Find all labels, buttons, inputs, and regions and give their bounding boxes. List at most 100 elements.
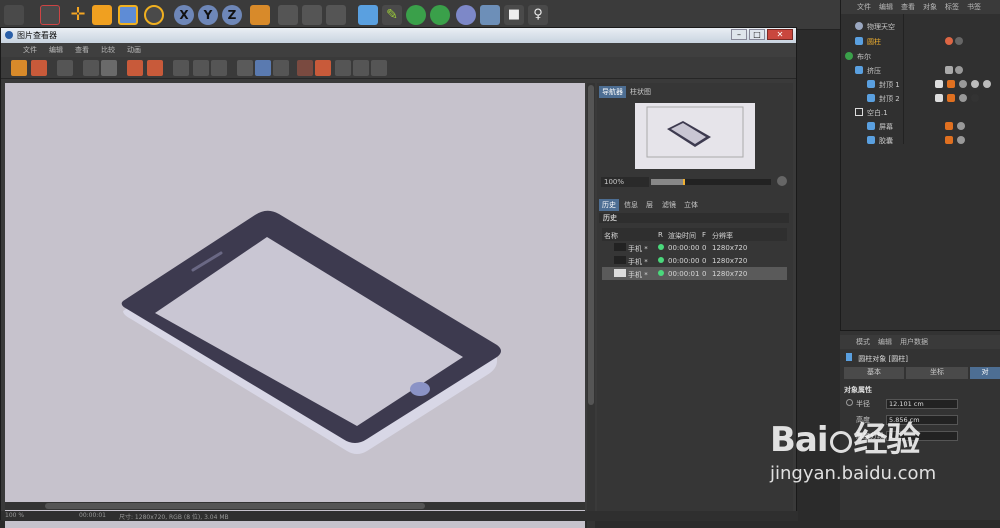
object-row-screen[interactable]: 屏幕 bbox=[841, 120, 1000, 133]
scale-tool-icon[interactable] bbox=[92, 5, 112, 25]
swap-icon[interactable] bbox=[335, 60, 351, 76]
render-settings-icon[interactable] bbox=[326, 5, 346, 25]
navigator-preview[interactable] bbox=[635, 103, 755, 169]
object-row-sky[interactable]: 物理天空 bbox=[841, 20, 1000, 33]
cube-icon[interactable] bbox=[358, 5, 378, 25]
object-row-extrude[interactable]: 挤压 bbox=[841, 64, 1000, 77]
material-sphere-icon[interactable] bbox=[971, 94, 979, 102]
undo-icon[interactable] bbox=[4, 5, 24, 25]
save-icon[interactable] bbox=[31, 60, 47, 76]
selection-tag-icon[interactable] bbox=[945, 136, 953, 144]
camera-icon[interactable]: ■ bbox=[504, 5, 524, 25]
tab-object[interactable]: 对 bbox=[970, 367, 1000, 379]
texture-tag-icon[interactable] bbox=[935, 80, 943, 88]
object-row-null[interactable]: 空白.1 bbox=[841, 106, 1000, 119]
om-menu-tags[interactable]: 标签 bbox=[945, 2, 959, 12]
deformer-icon[interactable] bbox=[456, 5, 476, 25]
open-icon[interactable] bbox=[11, 60, 27, 76]
z-axis-icon[interactable]: Z bbox=[222, 5, 242, 25]
zoom-options-button[interactable] bbox=[777, 176, 787, 186]
selection-tag-icon[interactable] bbox=[947, 80, 955, 88]
pen-icon[interactable]: ✎ bbox=[382, 5, 402, 25]
radio-icon[interactable] bbox=[846, 399, 853, 406]
object-row-cylinder[interactable]: 圆柱 bbox=[841, 35, 1000, 48]
snapshot-b-icon[interactable] bbox=[211, 60, 227, 76]
material-sphere-icon[interactable] bbox=[971, 80, 979, 88]
object-row-boole[interactable]: 布尔 bbox=[841, 50, 1000, 63]
subdivision-icon[interactable] bbox=[406, 5, 426, 25]
b-icon[interactable] bbox=[315, 60, 331, 76]
array-icon[interactable] bbox=[430, 5, 450, 25]
viewer-titlebar[interactable]: 图片查看器 – □ ✕ bbox=[1, 28, 796, 43]
tab-basic[interactable]: 基本 bbox=[844, 367, 904, 379]
material-sphere-icon[interactable] bbox=[957, 122, 965, 130]
vertical-scrollbar[interactable] bbox=[587, 83, 595, 528]
y-axis-icon[interactable]: Y bbox=[198, 5, 218, 25]
attr-menu-userdata[interactable]: 用户数据 bbox=[900, 337, 928, 347]
tab-filter[interactable]: 滤镜 bbox=[659, 199, 679, 211]
attr-menu-edit[interactable]: 编辑 bbox=[878, 337, 892, 347]
x-axis-icon[interactable]: X bbox=[174, 5, 194, 25]
menu-file[interactable]: 文件 bbox=[23, 45, 37, 55]
render-view-icon[interactable] bbox=[278, 5, 298, 25]
object-row-cap-1[interactable]: 封顶 1 bbox=[841, 78, 1000, 91]
recent-tool-icon[interactable] bbox=[144, 5, 164, 25]
object-row-cap-2[interactable]: 封顶 2 bbox=[841, 92, 1000, 105]
maximize-button[interactable]: □ bbox=[749, 29, 765, 40]
radius-field[interactable]: 12.101 cm bbox=[886, 399, 958, 409]
tab-layers[interactable]: 层 bbox=[643, 199, 656, 211]
om-menu-file[interactable]: 文件 bbox=[857, 2, 871, 12]
phong-tag-icon[interactable] bbox=[945, 66, 953, 74]
snapshot-icon[interactable] bbox=[173, 60, 189, 76]
minimize-button[interactable]: – bbox=[731, 29, 747, 40]
tab-navigator[interactable]: 导航器 bbox=[599, 86, 626, 98]
material-sphere-icon[interactable] bbox=[955, 37, 963, 45]
render-picture-viewer-icon[interactable] bbox=[302, 5, 322, 25]
rotate-tool-icon[interactable] bbox=[118, 5, 138, 25]
snapshot-a-icon[interactable] bbox=[193, 60, 209, 76]
material-sphere-icon[interactable] bbox=[983, 80, 991, 88]
menu-edit[interactable]: 编辑 bbox=[49, 45, 63, 55]
selection-tag-icon[interactable] bbox=[947, 94, 955, 102]
om-menu-edit[interactable]: 编辑 bbox=[879, 2, 893, 12]
floor-icon[interactable] bbox=[480, 5, 500, 25]
tab-histogram[interactable]: 柱状图 bbox=[627, 86, 654, 98]
texture-tag-icon[interactable] bbox=[935, 94, 943, 102]
object-row-capsule[interactable]: 胶囊 bbox=[841, 134, 1000, 147]
grid-icon[interactable] bbox=[57, 60, 73, 76]
move-tool-icon[interactable]: ✛ bbox=[68, 5, 88, 25]
history-row[interactable]: 手机 * 00:00:00 0 1280x720 bbox=[602, 241, 787, 254]
a-icon[interactable] bbox=[297, 60, 313, 76]
fit-icon[interactable] bbox=[83, 60, 99, 76]
menu-view[interactable]: 查看 bbox=[75, 45, 89, 55]
om-menu-object[interactable]: 对象 bbox=[923, 2, 937, 12]
material-tag-icon[interactable] bbox=[945, 37, 953, 45]
coordinate-system-icon[interactable] bbox=[250, 5, 270, 25]
material-sphere-icon[interactable] bbox=[959, 80, 967, 88]
attr-menu-mode[interactable]: 模式 bbox=[856, 337, 870, 347]
menu-animation[interactable]: 动画 bbox=[127, 45, 141, 55]
compare-icon[interactable] bbox=[237, 60, 253, 76]
material-sphere-icon[interactable] bbox=[957, 136, 965, 144]
tab-history[interactable]: 历史 bbox=[599, 199, 619, 211]
om-menu-view[interactable]: 查看 bbox=[901, 2, 915, 12]
layout-icon[interactable] bbox=[353, 60, 369, 76]
material-sphere-icon[interactable] bbox=[955, 66, 963, 74]
render-icon[interactable] bbox=[127, 60, 143, 76]
tab-stereo[interactable]: 立体 bbox=[681, 199, 701, 211]
history-row-selected[interactable]: 手机 * 00:00:01 0 1280x720 bbox=[602, 267, 787, 280]
user-icon[interactable] bbox=[101, 60, 117, 76]
om-menu-bookmarks[interactable]: 书签 bbox=[967, 2, 981, 12]
ab-compare-icon[interactable] bbox=[255, 60, 271, 76]
split-icon[interactable] bbox=[273, 60, 289, 76]
tab-info[interactable]: 信息 bbox=[621, 199, 641, 211]
render-region-icon[interactable] bbox=[147, 60, 163, 76]
zoom-field[interactable]: 100% bbox=[601, 177, 649, 187]
render-canvas[interactable] bbox=[5, 83, 585, 528]
tab-coordinates[interactable]: 坐标 bbox=[906, 367, 968, 379]
history-row[interactable]: 手机 * 00:00:00 0 1280x720 bbox=[602, 254, 787, 267]
zoom-slider[interactable] bbox=[651, 179, 771, 185]
light-icon[interactable]: ♀ bbox=[528, 5, 548, 25]
horizontal-scrollbar[interactable] bbox=[5, 502, 585, 510]
material-sphere-icon[interactable] bbox=[959, 94, 967, 102]
